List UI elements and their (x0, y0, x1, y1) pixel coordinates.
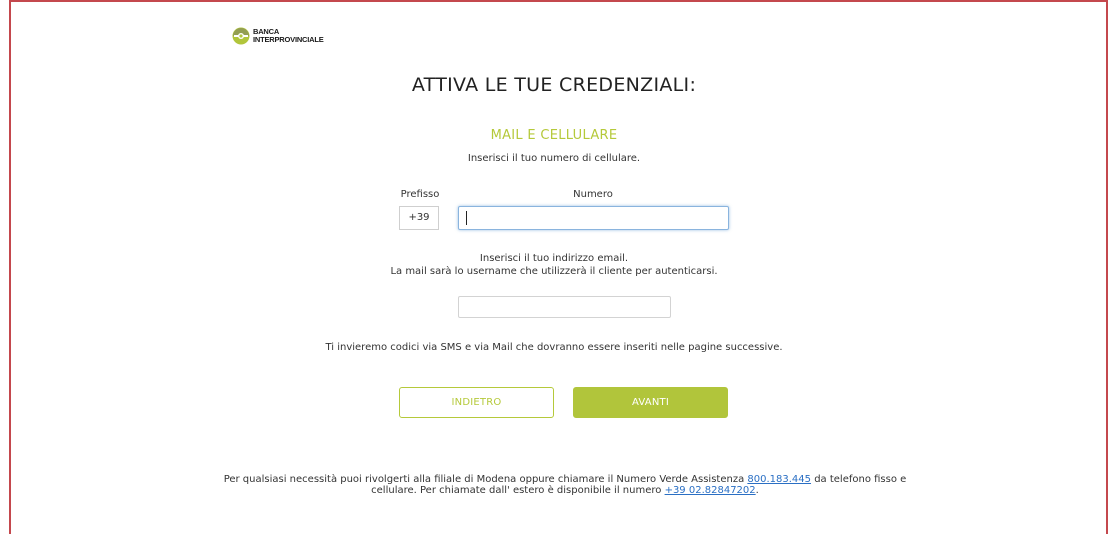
section-title: MAIL E CELLULARE (490, 128, 618, 143)
back-button[interactable]: INDIETRO (399, 387, 554, 418)
footer-text-part1: Per qualsiasi necessità puoi rivolgerti … (223, 474, 745, 485)
sms-note: Ti invieremo codici via SMS e via Mail c… (325, 342, 783, 353)
bank-name: BANCA INTERPROVINCIALE (253, 28, 324, 44)
number-label: Numero (573, 189, 613, 200)
footer-help-text: Per qualsiasi necessità puoi rivolgerti … (200, 474, 930, 496)
banca-logo-icon (232, 27, 250, 45)
toll-free-phone-link[interactable]: 800.183.445 (747, 474, 811, 485)
footer-text-end: . (755, 485, 759, 496)
bank-name-line2: INTERPROVINCIALE (253, 35, 324, 44)
prefix-field: +39 (399, 206, 439, 230)
prefix-label: Prefisso (400, 189, 440, 200)
phone-instruction: Inserisci il tuo numero di cellulare. (467, 153, 641, 164)
text-cursor (466, 211, 467, 225)
international-phone-link[interactable]: +39 02.82847202 (665, 485, 756, 496)
email-instruction: Inserisci il tuo indirizzo email. La mai… (0, 252, 1108, 278)
phone-number-input[interactable] (458, 206, 729, 230)
email-instruction-line2: La mail sarà lo username che utilizzerà … (390, 266, 718, 277)
page-title: ATTIVA LE TUE CREDENZIALI: (411, 74, 697, 96)
email-instruction-line1: Inserisci il tuo indirizzo email. (479, 253, 629, 264)
bank-logo: BANCA INTERPROVINCIALE (232, 27, 324, 45)
email-input[interactable] (458, 296, 671, 318)
next-button[interactable]: AVANTI (573, 387, 728, 418)
